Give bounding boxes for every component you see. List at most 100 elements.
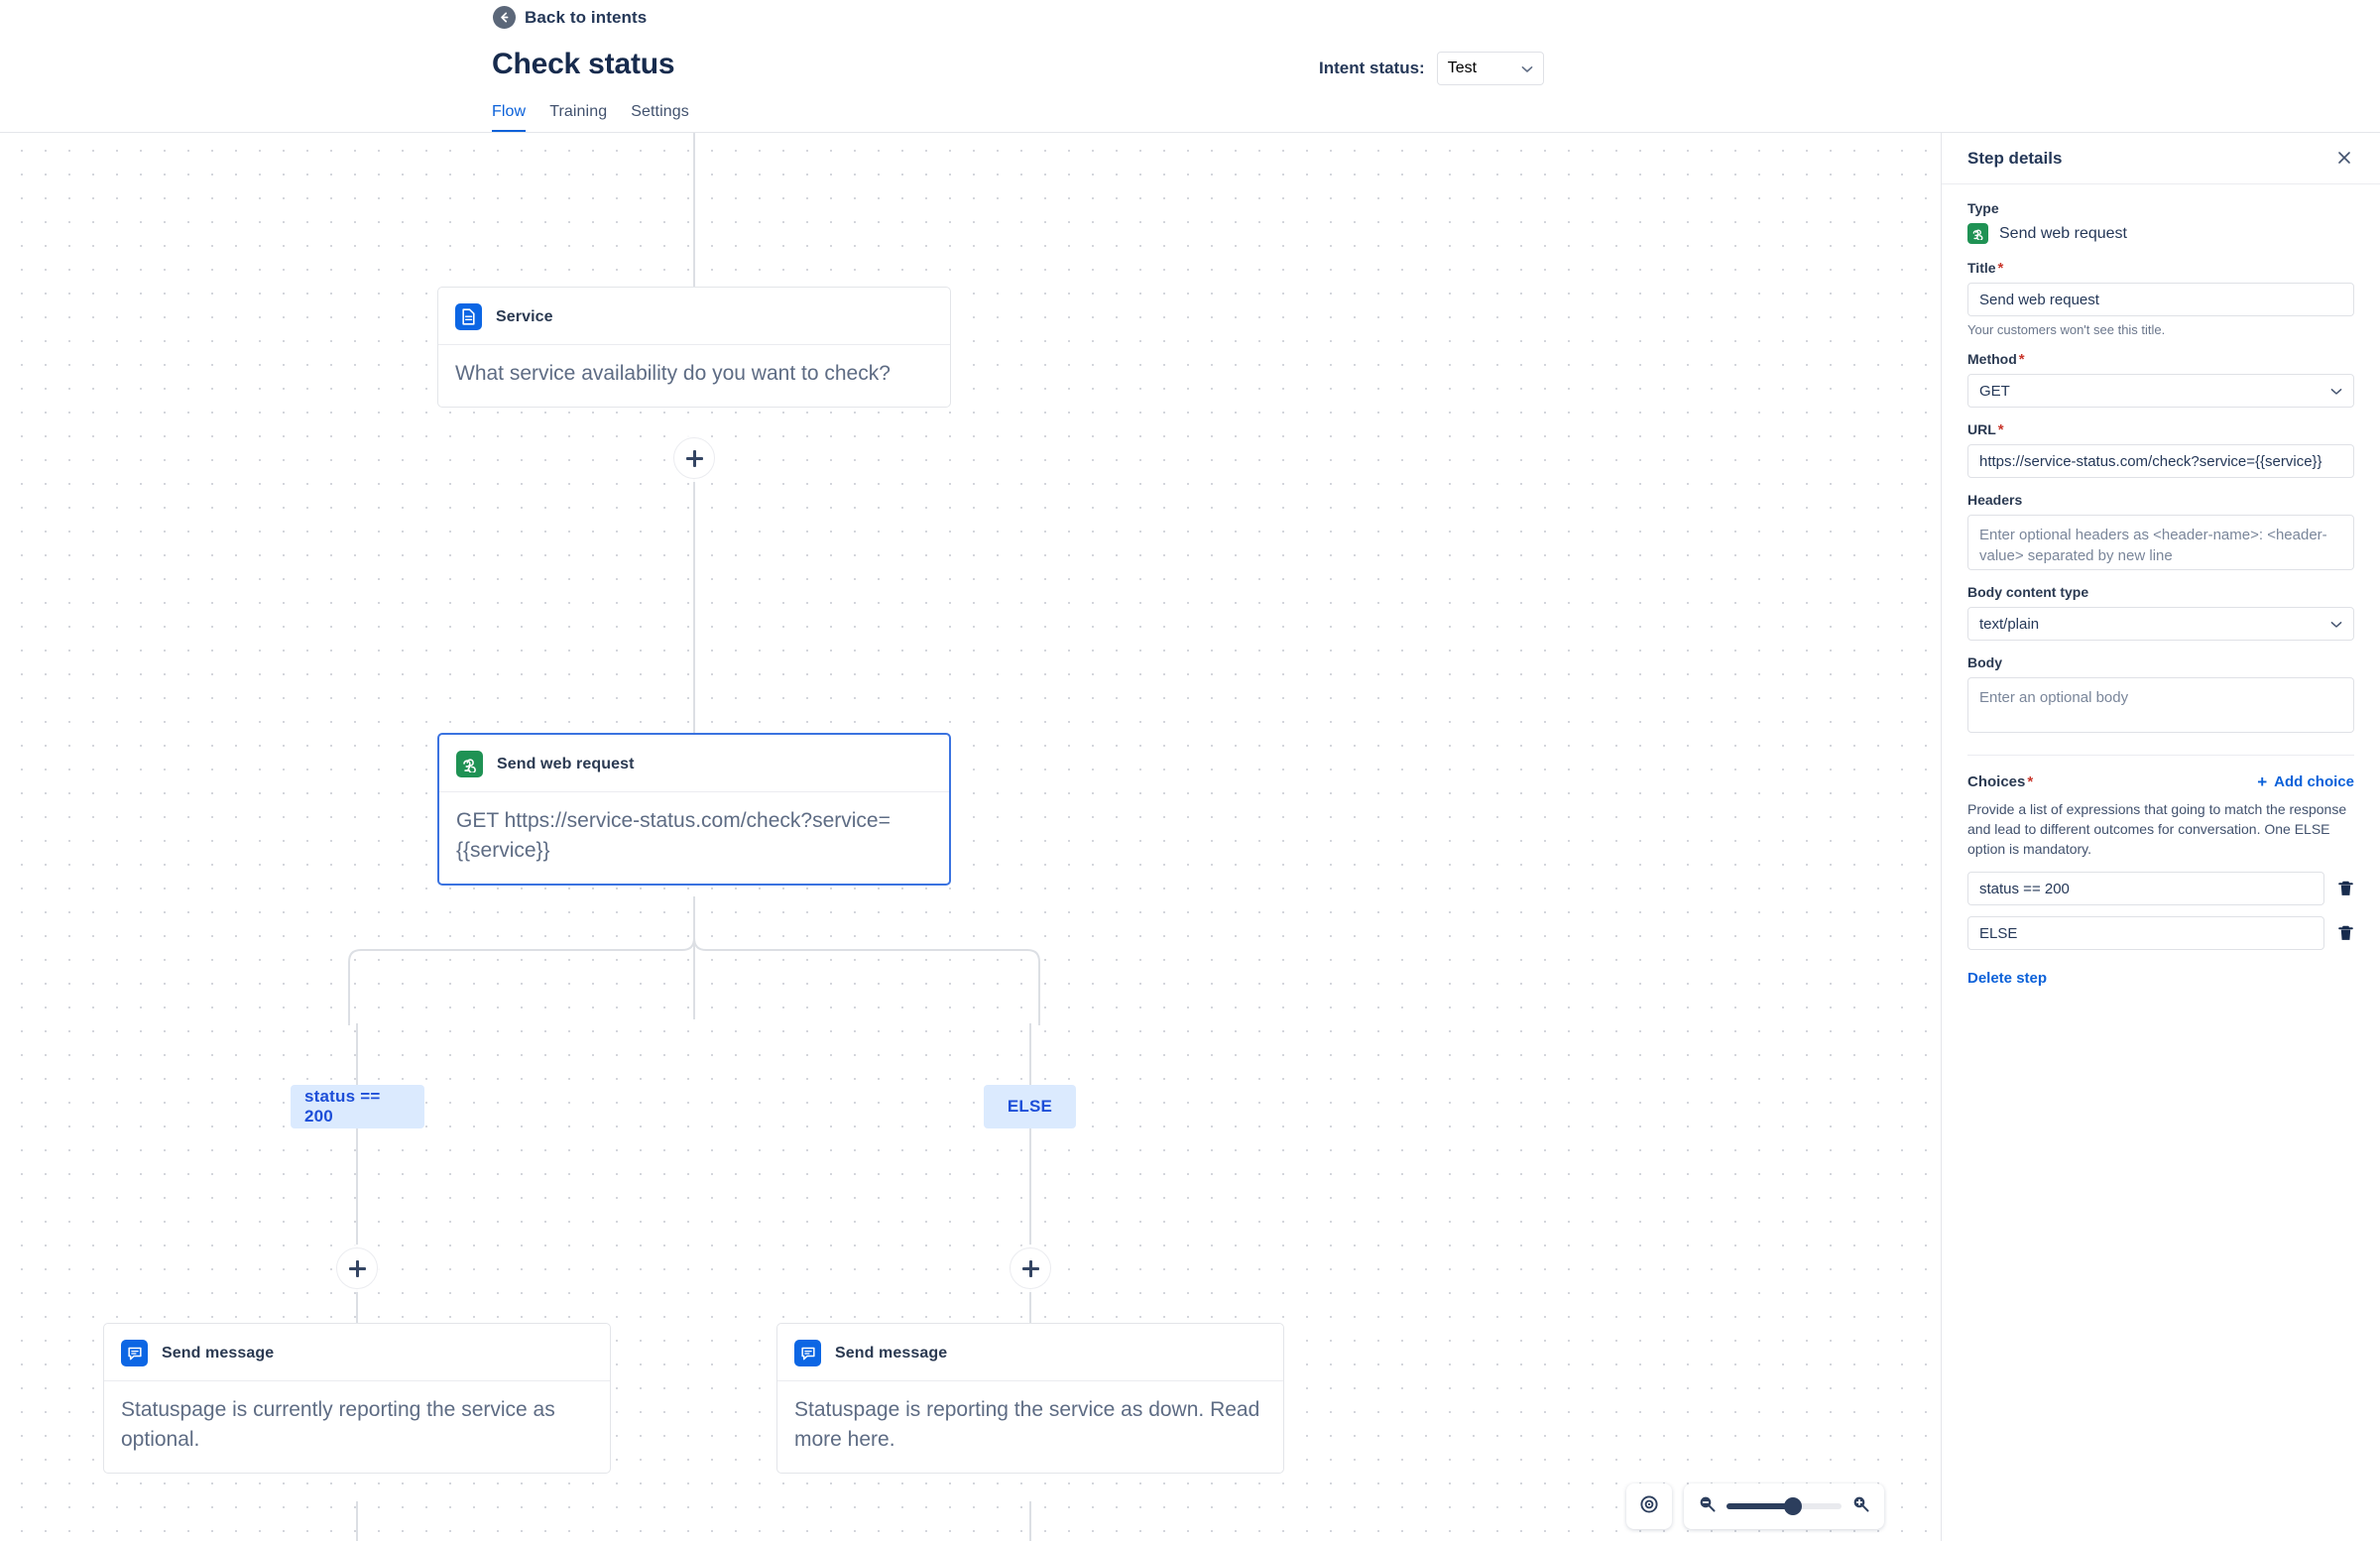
flow-node-header: Send message (777, 1324, 1283, 1381)
branch-chip-else[interactable]: ELSE (984, 1085, 1076, 1128)
choices-description: Provide a list of expressions that going… (1967, 801, 2347, 858)
step-details-panel: Step details Type Send web request Title… (1942, 133, 2380, 1541)
webhook-icon (1967, 223, 1988, 244)
choice-row: ELSE (1967, 916, 2354, 951)
choice-input-1[interactable]: ELSE (1967, 916, 2324, 951)
message-icon (794, 1340, 821, 1366)
tab-training[interactable]: Training (549, 103, 607, 133)
title-hint: Your customers won't see this title. (1967, 322, 2166, 337)
add-step-button-left-branch[interactable] (336, 1247, 378, 1289)
recenter-button[interactable] (1626, 1483, 1672, 1529)
target-icon (1639, 1494, 1659, 1519)
url-label-text: URL (1967, 421, 1996, 437)
branch-chip-status-200[interactable]: status == 200 (291, 1085, 424, 1128)
add-step-button-right-branch[interactable] (1010, 1247, 1051, 1289)
chevron-down-icon (2330, 383, 2342, 400)
connector-line-right-bottom (1029, 1501, 1031, 1541)
plus-icon: + (2257, 772, 2268, 791)
add-choice-button[interactable]: + Add choice (2257, 773, 2354, 790)
arrow-left-circle-icon (493, 6, 516, 29)
flow-canvas[interactable]: Service What service availability do you… (0, 133, 1942, 1541)
page-header: Back to intents Check status Intent stat… (0, 0, 2380, 133)
method-select[interactable]: GET (1967, 374, 2354, 408)
intent-status-label: Intent status: (1319, 59, 1425, 77)
headers-field-group: Headers Enter optional headers as <heade… (1967, 492, 2354, 570)
flow-node-body: Statuspage is reporting the service as d… (794, 1398, 1260, 1451)
connector-branch-split (348, 916, 1040, 1025)
flow-node-header: Send message (104, 1324, 610, 1381)
intent-status-select[interactable]: Test (1436, 52, 1544, 85)
title-field-group: Title * Send web request Your customers … (1967, 260, 2354, 337)
required-marker: * (2018, 350, 2025, 368)
body-content-type-select[interactable]: text/plain (1967, 607, 2354, 641)
required-marker: * (1997, 420, 2004, 438)
flow-node-title: Send message (162, 1344, 275, 1362)
flow-node-send-message-right[interactable]: Send message Statuspage is reporting the… (776, 1323, 1284, 1474)
type-label: Type (1967, 200, 2354, 216)
intent-status-control: Intent status: Test (1319, 52, 1544, 85)
zoom-out-icon[interactable] (1698, 1494, 1717, 1518)
tab-bar: Flow Training Settings (492, 103, 689, 133)
page-title: Check status (492, 48, 675, 80)
trash-icon[interactable] (2337, 924, 2354, 942)
body-field-group: Body Enter an optional body (1967, 654, 2354, 733)
title-input[interactable]: Send web request (1967, 283, 2354, 316)
flow-node-service[interactable]: Service What service availability do you… (437, 287, 951, 408)
zoom-in-icon[interactable] (1851, 1494, 1870, 1518)
zoom-slider-fill (1726, 1503, 1791, 1509)
type-label-text: Type (1967, 200, 1999, 216)
add-step-button-1[interactable] (673, 437, 715, 479)
delete-step-link[interactable]: Delete step (1967, 970, 2047, 987)
flow-node-header: Service (438, 288, 950, 345)
zoom-slider-handle[interactable] (1784, 1497, 1802, 1515)
url-input[interactable]: https://service-status.com/check?service… (1967, 444, 2354, 478)
type-value-row: Send web request (1967, 223, 2354, 244)
choices-label-text: Choices (1967, 773, 2026, 790)
url-field-group: URL * https://service-status.com/check?s… (1967, 421, 2354, 478)
connector-line-top (693, 133, 695, 287)
document-icon (455, 303, 482, 330)
body-content-type-label-text: Body content type (1967, 584, 2089, 600)
back-to-intents-label: Back to intents (525, 7, 648, 27)
body-label-text: Body (1967, 654, 2002, 670)
title-label: Title * (1967, 260, 2354, 276)
message-icon (121, 1340, 148, 1366)
headers-label: Headers (1967, 492, 2354, 508)
body-label: Body (1967, 654, 2354, 670)
panel-section-divider (1967, 755, 2354, 756)
headers-textarea[interactable]: Enter optional headers as <header-name>:… (1967, 515, 2354, 570)
flow-node-send-message-left[interactable]: Send message Statuspage is currently rep… (103, 1323, 611, 1474)
body-content-type-label: Body content type (1967, 584, 2354, 600)
url-label: URL * (1967, 421, 2354, 437)
flow-node-send-web-request[interactable]: Send web request GET https://service-sta… (437, 733, 951, 886)
method-label: Method * (1967, 351, 2354, 367)
title-label-text: Title (1967, 260, 1996, 276)
zoom-slider-container[interactable] (1684, 1483, 1884, 1529)
step-details-body: Type Send web request Title * Send web r… (1942, 184, 2380, 988)
body-textarea[interactable]: Enter an optional body (1967, 677, 2354, 733)
step-details-header: Step details (1942, 133, 2380, 184)
zoom-slider-track[interactable] (1726, 1497, 1842, 1515)
headers-label-text: Headers (1967, 492, 2023, 508)
method-field-group: Method * GET (1967, 351, 2354, 408)
flow-node-title: Send web request (497, 755, 635, 772)
body-content-type-value: text/plain (1979, 615, 2040, 633)
flow-node-title: Service (496, 307, 553, 325)
choice-input-0[interactable]: status == 200 (1967, 872, 2324, 906)
intent-status-value: Test (1447, 59, 1478, 76)
tab-settings[interactable]: Settings (631, 103, 689, 133)
choices-label: Choices * (1967, 773, 2033, 790)
choices-header: Choices * + Add choice (1967, 773, 2354, 790)
back-to-intents-link[interactable]: Back to intents (493, 6, 647, 29)
webhook-icon (456, 751, 483, 777)
chevron-down-icon (1521, 62, 1533, 75)
flow-node-title: Send message (835, 1344, 948, 1362)
trash-icon[interactable] (2337, 880, 2354, 897)
method-value: GET (1979, 382, 2010, 400)
choice-row: status == 200 (1967, 872, 2354, 906)
step-details-title: Step details (1967, 148, 2063, 168)
close-icon[interactable] (2332, 146, 2356, 172)
canvas-zoom-controls (1626, 1483, 1884, 1529)
flow-node-body: Statuspage is currently reporting the se… (121, 1398, 555, 1451)
tab-flow[interactable]: Flow (492, 103, 527, 133)
